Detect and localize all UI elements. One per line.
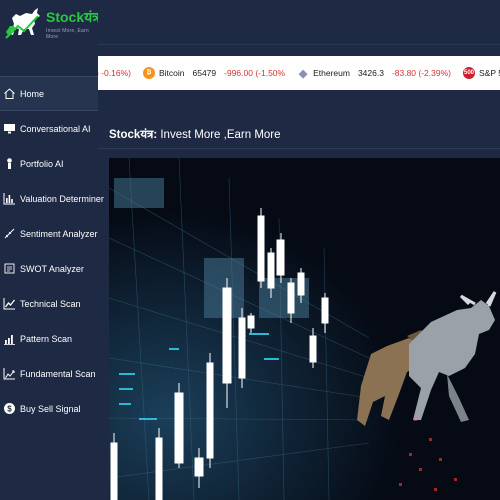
top-bar: [98, 0, 500, 45]
sp500-icon: 500: [463, 67, 475, 79]
swot-icon: [3, 262, 16, 275]
sidebar-item-label: SWOT Analyzer: [20, 263, 84, 274]
sidebar-item-sentiment-analyzer[interactable]: Sentiment Analyzer: [0, 216, 98, 251]
ethereum-icon: ◆: [298, 67, 308, 80]
hero-illustration: [109, 158, 500, 500]
sidebar-item-label: Portfolio AI: [20, 158, 64, 169]
dollar-icon: $: [3, 402, 16, 415]
bar-chart-icon: [3, 192, 16, 205]
ticker-change: ) -0.16%): [98, 68, 131, 78]
market-ticker: ) -0.16%) ₿ Bitcoin 65479 -996.00 (-1.50…: [98, 56, 500, 90]
line-chart-icon: [3, 297, 16, 310]
sentiment-icon: [3, 227, 16, 240]
home-icon: [3, 87, 16, 100]
ticker-change: -996.00 (-1.50%: [224, 68, 286, 78]
ticker-price: 65479: [192, 68, 217, 78]
sidebar-item-label: Sentiment Analyzer: [20, 228, 98, 239]
brand-name: Stockयंत्र: [46, 9, 100, 25]
sidebar-item-label: Valuation Determiner: [20, 193, 104, 204]
ticker-price: 3426.3: [357, 68, 384, 78]
sidebar-item-portfolio-ai[interactable]: Portfolio AI: [0, 146, 98, 181]
sidebar-nav: Home Conversational AI Portfolio AI Valu…: [0, 76, 104, 426]
monitor-icon: [3, 122, 16, 135]
divider: [98, 148, 500, 149]
logo[interactable]: Stockयंत्र Invest More, Earn More: [0, 0, 100, 44]
page-title-brand: Stockयंत्र:: [109, 129, 158, 141]
bitcoin-icon: ₿: [142, 67, 155, 79]
ticker-name: Bitcoin: [158, 68, 185, 78]
ticker-item-ethereum[interactable]: ◆ Ethereum 3426.3 -83.80 (-2.39%): [297, 67, 451, 80]
sidebar-item-label: Fundamental Scan: [20, 368, 96, 379]
svg-text:$: $: [7, 404, 12, 413]
sidebar-item-label: Pattern Scan: [20, 333, 73, 344]
sidebar-item-conversational-ai[interactable]: Conversational AI: [0, 111, 98, 146]
sidebar-item-label: Buy Sell Signal: [20, 403, 81, 414]
brand-tagline: Invest More, Earn More: [46, 28, 89, 40]
ticker-item-sp500[interactable]: 500 S&P 500 547: [463, 67, 500, 79]
sidebar-item-label: Technical Scan: [20, 298, 81, 309]
sidebar-item-valuation-determiner[interactable]: Valuation Determiner: [0, 181, 104, 216]
person-icon: [3, 157, 16, 170]
ticker-name: Ethereum: [313, 68, 350, 78]
bull-logo-icon: [5, 8, 40, 39]
sidebar-item-home[interactable]: Home: [0, 76, 98, 111]
sidebar-item-swot-analyzer[interactable]: SWOT Analyzer: [0, 251, 98, 286]
fundamental-icon: [3, 367, 16, 380]
page-title: Stockयंत्र: Invest More ,Earn More: [109, 127, 281, 142]
sidebar: Stockयंत्र Invest More, Earn More Home C…: [0, 0, 104, 500]
page-title-text: Invest More ,Earn More: [157, 129, 281, 141]
sidebar-item-technical-scan[interactable]: Technical Scan: [0, 286, 98, 321]
ticker-item[interactable]: ) -0.16%): [98, 68, 131, 78]
pattern-icon: [3, 332, 16, 345]
sidebar-item-label: Home: [20, 88, 45, 99]
sidebar-item-buy-sell-signal[interactable]: $ Buy Sell Signal: [0, 391, 98, 426]
ticker-change: -83.80 (-2.39%): [391, 68, 451, 78]
sidebar-item-label: Conversational AI: [20, 123, 91, 134]
ticker-name: S&P 500: [479, 68, 500, 78]
sidebar-item-fundamental-scan[interactable]: Fundamental Scan: [0, 356, 98, 391]
hero-banner-image: [109, 158, 500, 500]
sidebar-item-pattern-scan[interactable]: Pattern Scan: [0, 321, 98, 356]
ticker-item-bitcoin[interactable]: ₿ Bitcoin 65479 -996.00 (-1.50%: [142, 67, 286, 79]
